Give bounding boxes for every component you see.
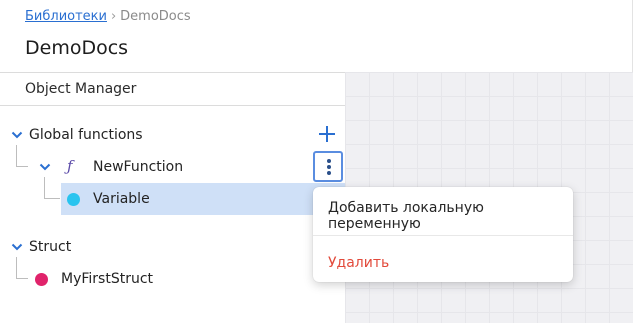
breadcrumb-separator: ›	[110, 9, 117, 24]
tree-item-variable-label-wrap: Variable	[93, 183, 150, 215]
chevron-down-icon[interactable]	[11, 129, 23, 141]
tree-item-global-functions[interactable]: Global functions	[29, 119, 143, 151]
chevron-down-icon[interactable]	[39, 161, 51, 173]
tree-item-struct[interactable]: Struct	[29, 231, 71, 263]
tree-item-label: MyFirstStruct	[61, 271, 154, 287]
plus-icon[interactable]	[316, 123, 338, 145]
tree-item-label: Variable	[93, 191, 150, 207]
menu-item-delete[interactable]: Удалить	[328, 255, 389, 271]
tree-item-newfunction[interactable]: NewFunction	[93, 151, 183, 183]
breadcrumb: Библиотеки › DemoDocs	[25, 9, 191, 24]
more-options-button[interactable]	[313, 151, 343, 182]
breadcrumb-current: DemoDocs	[120, 9, 191, 24]
chevron-down-icon[interactable]	[11, 241, 23, 253]
menu-divider	[313, 235, 573, 236]
tree-connector	[16, 257, 28, 279]
variable-dot-icon	[67, 193, 80, 206]
struct-dot-icon	[35, 273, 48, 286]
tree-item-label: Struct	[29, 239, 72, 255]
tree-connector	[44, 177, 60, 199]
context-menu: Добавить локальную переменную Удалить	[313, 187, 573, 282]
menu-item-add-local-variable[interactable]: Добавить локальную переменную	[328, 200, 573, 232]
function-icon: ƒ	[67, 157, 73, 175]
page-title: DemoDocs	[25, 37, 129, 59]
tree-connector	[16, 145, 28, 167]
header: Библиотеки › DemoDocs DemoDocs	[0, 0, 633, 72]
tree-item-label: NewFunction	[93, 159, 184, 175]
panel-title: Object Manager	[25, 81, 137, 97]
breadcrumb-libraries-link[interactable]: Библиотеки	[25, 9, 107, 24]
tree-item-myfirststruct[interactable]: MyFirstStruct	[61, 263, 153, 295]
panel-header: Object Manager	[0, 72, 345, 106]
tree-item-label: Global functions	[29, 127, 143, 143]
